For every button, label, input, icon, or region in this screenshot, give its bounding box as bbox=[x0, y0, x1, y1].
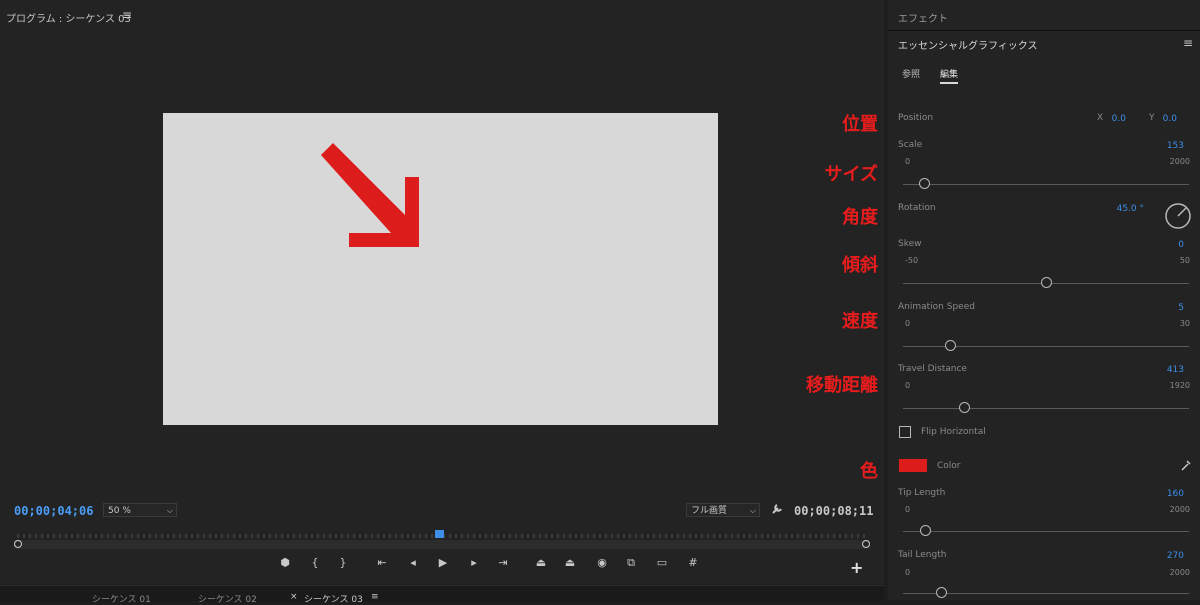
travel-distance-max: 1920 bbox=[1169, 381, 1190, 390]
go-to-in-icon[interactable]: ⇤ bbox=[373, 556, 391, 569]
tip-length-label: Tip Length bbox=[898, 488, 946, 498]
position-label: Position bbox=[898, 113, 934, 123]
effects-tab[interactable]: エフェクト bbox=[898, 10, 948, 25]
skew-label: Skew bbox=[898, 239, 922, 249]
transport-controls: ⬢ {} ⇤ ◂ ▶ ▸ ⇥ ⏏ ⏏ ◉ ⧉ ▭ # bbox=[0, 556, 884, 576]
animation-speed-value[interactable]: 5 bbox=[1140, 303, 1184, 313]
marker-icon[interactable]: ⬢ bbox=[276, 556, 294, 569]
rotation-value[interactable]: 45.0 ° bbox=[1100, 204, 1144, 214]
eyedropper-icon[interactable] bbox=[1180, 459, 1192, 472]
tip-length-max: 2000 bbox=[1169, 505, 1190, 514]
panel-title: エッセンシャルグラフィックス bbox=[898, 41, 1038, 52]
tip-length-slider-track[interactable] bbox=[903, 531, 1189, 532]
animation-speed-min: 0 bbox=[905, 319, 911, 328]
annotation-position: 位置 bbox=[842, 114, 878, 135]
playhead[interactable] bbox=[435, 530, 444, 538]
travel-distance-label: Travel Distance bbox=[898, 364, 967, 374]
tab-edit[interactable]: 編集 bbox=[940, 67, 959, 84]
flip-horizontal-checkbox[interactable] bbox=[899, 426, 911, 438]
scale-min: 0 bbox=[905, 157, 911, 166]
tab-menu-icon[interactable]: ≡ bbox=[371, 592, 379, 602]
arrow-shape bbox=[321, 143, 419, 247]
tab-sequence-02[interactable]: シーケンス 02 bbox=[198, 592, 257, 605]
skew-min: -50 bbox=[905, 256, 919, 265]
monitor-title: プログラム : シーケンス 03 bbox=[6, 14, 131, 25]
annotation-skew: 傾斜 bbox=[842, 255, 878, 276]
quality-select[interactable]: フル画質 ⌵ bbox=[686, 503, 760, 517]
scale-label: Scale bbox=[898, 140, 923, 150]
step-back-icon[interactable]: ◂ bbox=[404, 556, 422, 569]
wrench-icon[interactable] bbox=[771, 502, 784, 519]
position-x-label: X bbox=[1097, 113, 1104, 123]
program-canvas[interactable] bbox=[163, 113, 718, 425]
annotation-angle: 角度 bbox=[842, 207, 878, 228]
grid-icon[interactable]: # bbox=[684, 556, 702, 569]
animation-speed-label: Animation Speed bbox=[898, 302, 975, 312]
chevron-down-icon: ⌵ bbox=[166, 506, 173, 515]
tab-sequence-03[interactable]: シーケンス 03 bbox=[304, 592, 363, 605]
travel-distance-value[interactable]: 413 bbox=[1140, 365, 1184, 375]
duration-timecode: 00;00;08;11 bbox=[794, 504, 874, 518]
rotation-dial-icon[interactable] bbox=[1164, 202, 1192, 230]
animation-speed-max: 30 bbox=[1179, 319, 1190, 328]
skew-max: 50 bbox=[1179, 256, 1190, 265]
step-forward-icon[interactable]: ▸ bbox=[465, 556, 483, 569]
current-timecode[interactable]: 00;00;04;06 bbox=[14, 504, 93, 518]
mark-out-icon[interactable]: } bbox=[334, 556, 352, 569]
tip-length-min: 0 bbox=[905, 505, 911, 514]
panel-menu-icon[interactable]: ≡ bbox=[1183, 36, 1193, 50]
skew-value[interactable]: 0 bbox=[1140, 240, 1184, 250]
mark-in-icon[interactable]: { bbox=[306, 556, 324, 569]
go-to-out-icon[interactable]: ⇥ bbox=[494, 556, 512, 569]
travel-distance-slider-knob[interactable] bbox=[958, 402, 970, 413]
camera-icon[interactable]: ◉ bbox=[593, 556, 611, 569]
quality-value: フル画質 bbox=[691, 506, 728, 516]
play-icon[interactable]: ▶ bbox=[434, 556, 452, 569]
tail-length-label: Tail Length bbox=[898, 550, 947, 560]
travel-distance-min: 0 bbox=[905, 381, 911, 390]
chevron-down-icon: ⌵ bbox=[749, 506, 756, 515]
out-point-handle[interactable] bbox=[861, 539, 870, 549]
color-label: Color bbox=[937, 461, 961, 471]
arrow-graphic bbox=[321, 143, 419, 247]
scale-value[interactable]: 153 bbox=[1140, 141, 1184, 151]
zoom-value: 50 % bbox=[108, 506, 131, 516]
flip-horizontal-label: Flip Horizontal bbox=[921, 427, 986, 437]
tab-browse[interactable]: 参照 bbox=[902, 67, 920, 80]
lift-icon[interactable]: ⏏ bbox=[532, 556, 550, 569]
scale-max: 2000 bbox=[1169, 157, 1190, 166]
zoom-select[interactable]: 50 % ⌵ bbox=[103, 503, 177, 517]
tab-sequence-01[interactable]: シーケンス 01 bbox=[92, 592, 151, 605]
extract-icon[interactable]: ⏏ bbox=[561, 556, 579, 569]
tail-length-min: 0 bbox=[905, 568, 911, 577]
skew-slider-knob[interactable] bbox=[1040, 277, 1052, 288]
tail-length-value[interactable]: 270 bbox=[1140, 551, 1184, 561]
panel-divider bbox=[888, 30, 1200, 31]
annotation-color: 色 bbox=[860, 461, 878, 482]
monitor-menu-icon[interactable]: ≡ bbox=[122, 8, 132, 22]
position-y-label: Y bbox=[1149, 113, 1155, 123]
timeline-ruler[interactable] bbox=[14, 530, 870, 550]
position-y-value[interactable]: 0.0 bbox=[1161, 114, 1177, 124]
sequence-tab-bar: シーケンス 01 シーケンス 02 × シーケンス 03 ≡ bbox=[0, 585, 884, 605]
close-icon[interactable]: × bbox=[290, 592, 298, 602]
annotation-travel-distance: 移動距離 bbox=[806, 375, 878, 396]
rotation-label: Rotation bbox=[898, 203, 936, 213]
tip-length-value[interactable]: 160 bbox=[1140, 489, 1184, 499]
scale-slider-track[interactable] bbox=[903, 184, 1189, 185]
tail-length-max: 2000 bbox=[1169, 568, 1190, 577]
safe-margins-icon[interactable]: ▭ bbox=[653, 556, 671, 569]
position-x-value[interactable]: 0.0 bbox=[1110, 114, 1126, 124]
compare-icon[interactable]: ⧉ bbox=[622, 556, 640, 570]
in-point-handle[interactable] bbox=[14, 539, 23, 549]
annotation-speed: 速度 bbox=[842, 311, 878, 332]
annotation-size: サイズ bbox=[824, 164, 878, 185]
ruler-track[interactable] bbox=[14, 540, 870, 549]
travel-distance-slider-track[interactable] bbox=[903, 408, 1189, 409]
color-swatch[interactable] bbox=[899, 459, 927, 472]
add-button-icon[interactable]: + bbox=[850, 558, 863, 577]
